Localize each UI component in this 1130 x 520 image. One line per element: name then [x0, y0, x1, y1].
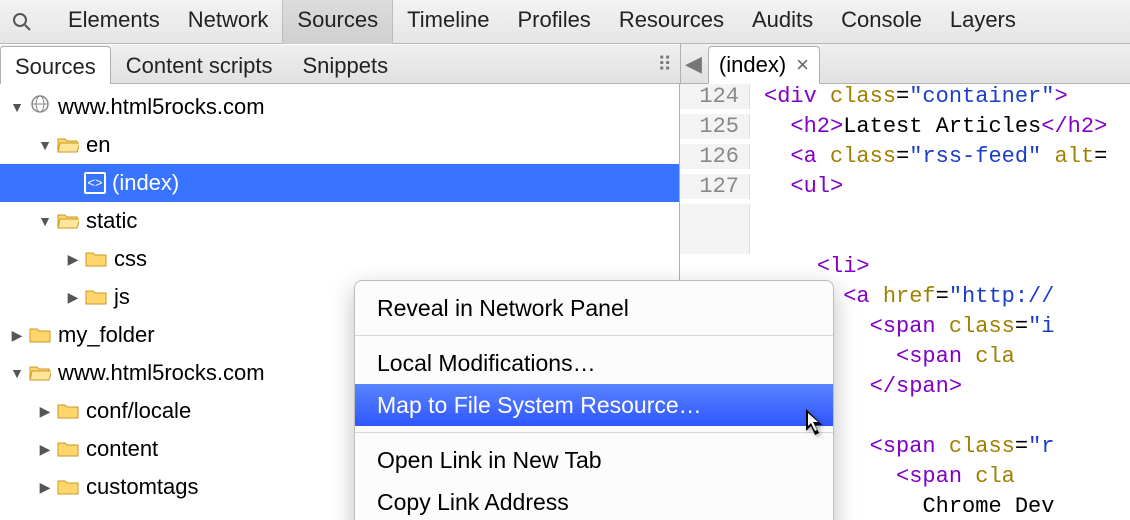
main-area: ▼www.html5rocks.com▼en<>(index)▼static▶c…	[0, 84, 1130, 520]
tree-item-2[interactable]: <> (index)	[0, 164, 679, 202]
menu-item[interactable]: Map to File System Resource…	[355, 384, 833, 426]
line-number: 126	[680, 144, 750, 169]
chevron-down-icon[interactable]: ▼	[8, 99, 26, 115]
tree-item-4[interactable]: ▶ css	[0, 240, 679, 278]
tree-item-label: my_folder	[58, 322, 155, 348]
chevron-right-icon[interactable]: ▶	[64, 289, 82, 306]
search-icon[interactable]	[8, 8, 36, 36]
globe-icon	[28, 94, 52, 120]
chevron-right-icon[interactable]: ▶	[36, 479, 54, 496]
menu-item[interactable]: Open Link in New Tab	[355, 439, 833, 481]
folder-icon	[56, 398, 80, 424]
panel-toggle-icons: ⠿	[657, 45, 680, 83]
devtools-main-tabs: Elements Network Sources Timeline Profil…	[0, 0, 1130, 44]
drag-handle-icon[interactable]: ⠿	[657, 52, 672, 77]
folder-icon	[28, 322, 52, 348]
tree-item-label: en	[86, 132, 110, 158]
subtab-snippets[interactable]: Snippets	[287, 45, 403, 85]
file-icon: <>	[84, 172, 106, 194]
tab-network[interactable]: Network	[174, 0, 283, 44]
tree-item-label: css	[114, 246, 147, 272]
menu-separator	[355, 432, 833, 433]
chevron-right-icon[interactable]: ▶	[36, 441, 54, 458]
chevron-right-icon[interactable]: ▶	[64, 251, 82, 268]
tree-item-label: (index)	[112, 170, 179, 196]
tab-sources[interactable]: Sources	[282, 0, 393, 44]
subtab-content-scripts[interactable]: Content scripts	[111, 45, 288, 85]
tree-item-label: www.html5rocks.com	[58, 360, 265, 386]
tree-item-1[interactable]: ▼ en	[0, 126, 679, 164]
code-text: <a class="rss-feed" alt=	[750, 144, 1107, 169]
code-line[interactable]: 127 <ul>	[680, 174, 1130, 204]
panels-row: Sources Content scripts Snippets ⠿ ◀ (in…	[0, 44, 1130, 84]
code-text: <div class="container">	[750, 84, 1068, 109]
tab-profiles[interactable]: Profiles	[503, 0, 604, 44]
line-number: 124	[680, 84, 750, 109]
tree-item-label: conf/locale	[86, 398, 191, 424]
code-text: <li>	[750, 254, 870, 279]
code-line[interactable]: 126 <a class="rss-feed" alt=	[680, 144, 1130, 174]
menu-separator	[355, 335, 833, 336]
context-menu: Reveal in Network Panel Local Modificatio…	[354, 280, 834, 520]
tab-audits[interactable]: Audits	[738, 0, 827, 44]
chevron-down-icon[interactable]: ▼	[36, 213, 54, 229]
code-line[interactable]: 125 <h2>Latest Articles</h2>	[680, 114, 1130, 144]
subtab-sources[interactable]: Sources	[0, 46, 111, 86]
chevron-right-icon[interactable]: ▶	[36, 403, 54, 420]
tree-item-label: content	[86, 436, 158, 462]
menu-item[interactable]: Copy Link Address	[355, 481, 833, 520]
menu-item[interactable]: Reveal in Network Panel	[355, 287, 833, 329]
code-line[interactable]: 124<div class="container">	[680, 84, 1130, 114]
tree-item-0[interactable]: ▼ www.html5rocks.com	[0, 88, 679, 126]
editor-tab-label: (index)	[719, 52, 786, 78]
sources-subtabs: Sources Content scripts Snippets ⠿	[0, 44, 680, 84]
tab-resources[interactable]: Resources	[605, 0, 738, 44]
tab-timeline[interactable]: Timeline	[393, 0, 503, 44]
tab-elements[interactable]: Elements	[54, 0, 174, 44]
chevron-right-icon[interactable]: ▶	[8, 327, 26, 344]
tree-item-label: customtags	[86, 474, 199, 500]
code-gap	[680, 204, 1130, 254]
folder-icon	[84, 284, 108, 310]
folder-icon	[84, 246, 108, 272]
folder-icon	[56, 474, 80, 500]
line-number: 125	[680, 114, 750, 139]
menu-item[interactable]: Local Modifications…	[355, 342, 833, 384]
nav-back-icon[interactable]: ◀	[685, 51, 702, 77]
editor-tabs: ◀ (index) ×	[680, 44, 1130, 84]
folder-open-icon	[56, 132, 80, 158]
close-icon[interactable]: ×	[796, 52, 809, 78]
tree-item-label: js	[114, 284, 130, 310]
tree-item-label: www.html5rocks.com	[58, 94, 265, 120]
tab-console[interactable]: Console	[827, 0, 936, 44]
line-number: 127	[680, 174, 750, 199]
tab-layers[interactable]: Layers	[936, 0, 1030, 44]
folder-icon	[56, 436, 80, 462]
folder-open-icon	[56, 208, 80, 234]
editor-tab-index[interactable]: (index) ×	[708, 46, 820, 84]
chevron-down-icon[interactable]: ▼	[8, 365, 26, 381]
tree-item-label: static	[86, 208, 137, 234]
chevron-down-icon[interactable]: ▼	[36, 137, 54, 153]
code-text: <ul>	[750, 174, 843, 199]
tree-item-3[interactable]: ▼ static	[0, 202, 679, 240]
folder-open-icon	[28, 360, 52, 386]
code-text: <h2>Latest Articles</h2>	[750, 114, 1107, 139]
